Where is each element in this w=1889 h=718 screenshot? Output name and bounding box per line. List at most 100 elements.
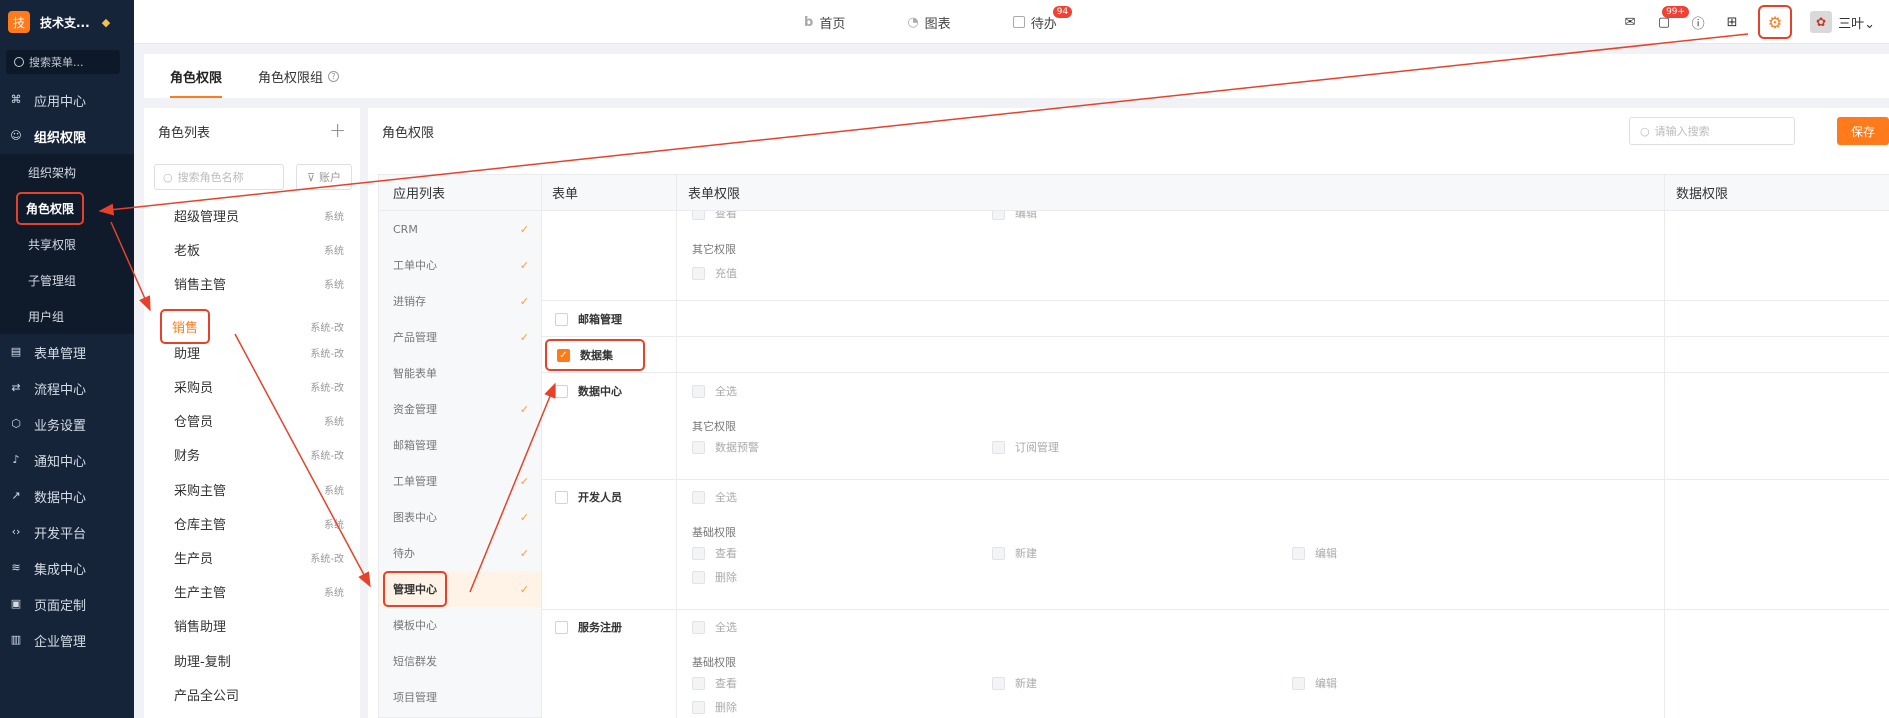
role-item[interactable]: 采购员 系统-改	[174, 377, 344, 396]
perm-view[interactable]: 查看	[692, 545, 737, 561]
settings-gear-icon[interactable]: ⚙	[1758, 5, 1793, 39]
checkbox[interactable]	[692, 440, 705, 454]
role-item[interactable]: 仓库主管 系统	[174, 514, 344, 533]
app-list-item[interactable]: 工单中心 ✓	[379, 247, 541, 283]
perm-recharge[interactable]: 充值	[692, 265, 737, 281]
perm-subscription[interactable]: 订阅管理	[992, 439, 1059, 455]
sidebar-item-page[interactable]: ▣ 页面定制	[0, 586, 134, 622]
checkbox[interactable]	[555, 620, 568, 634]
sidebar-item-apps[interactable]: ⌘ 应用中心	[0, 82, 134, 118]
role-item[interactable]: 助理 系统-改	[174, 343, 344, 362]
perm-select-all[interactable]: 全选	[692, 619, 737, 635]
sidebar-item-integration[interactable]: ≋ 集成中心	[0, 550, 134, 586]
app-list-item[interactable]: 图表中心 ✓	[379, 499, 541, 535]
perm-data-warning[interactable]: 数据预警	[692, 439, 759, 455]
tab-role-permission-group[interactable]: 角色权限组?	[258, 54, 340, 98]
checkbox[interactable]	[992, 440, 1005, 454]
form-row-dataset[interactable]: ✓ 数据集	[545, 339, 645, 371]
app-list-item[interactable]: CRM ✓	[379, 211, 541, 247]
role-item[interactable]: 销售助理	[174, 616, 344, 635]
perm-delete[interactable]: 删除	[692, 569, 737, 585]
topnav-chart[interactable]: ◔ 图表	[907, 13, 950, 32]
sidebar-item-company[interactable]: ▥ 企业管理	[0, 622, 134, 658]
checkbox[interactable]	[692, 384, 705, 398]
role-item[interactable]: 采购主管 系统	[174, 480, 344, 499]
checkbox[interactable]	[692, 490, 705, 504]
user-name[interactable]: 三叶⌄	[1838, 13, 1875, 32]
app-list-item[interactable]: 模板中心	[379, 607, 541, 643]
app-list-item[interactable]: 产品管理 ✓	[379, 319, 541, 355]
perm-new[interactable]: 新建	[992, 545, 1037, 561]
sidebar-sub-admin-group[interactable]: 子管理组	[0, 262, 134, 298]
checkbox[interactable]	[692, 546, 705, 560]
app-list-item[interactable]: 项目管理	[379, 679, 541, 715]
sidebar-sub-share-permission[interactable]: 共享权限	[0, 226, 134, 262]
checkbox[interactable]	[692, 570, 705, 584]
checkbox[interactable]	[1292, 546, 1305, 560]
perm-edit[interactable]: 编辑	[992, 211, 1037, 221]
role-item[interactable]: 生产员 系统-改	[174, 548, 344, 567]
help-icon[interactable]: ⓘ	[1690, 14, 1706, 32]
perm-edit[interactable]: 编辑	[1292, 545, 1337, 561]
perm-view[interactable]: 查看	[692, 675, 737, 691]
app-list-item[interactable]: 短信群发	[379, 643, 541, 679]
mail-icon[interactable]: ✉	[1622, 14, 1638, 30]
role-item[interactable]: 仓管员 系统	[174, 411, 344, 430]
sidebar-item-forms[interactable]: ▤ 表单管理	[0, 334, 134, 370]
checkbox[interactable]	[1292, 676, 1305, 690]
sidebar-sub-role-permission[interactable]: 角色权限	[0, 190, 134, 226]
sidebar-item-business[interactable]: ⬡ 业务设置	[0, 406, 134, 442]
app-list-item[interactable]: 资金管理 ✓	[379, 391, 541, 427]
perm-edit[interactable]: 编辑	[1292, 675, 1337, 691]
checkbox[interactable]	[555, 312, 568, 326]
app-list-item[interactable]: 进销存 ✓	[379, 283, 541, 319]
perm-select-all[interactable]: 全选	[692, 489, 737, 505]
account-filter-button[interactable]: ⊽ 账户	[296, 164, 352, 190]
role-item[interactable]: 生产主管 系统	[174, 582, 344, 601]
role-item[interactable]: 销售 系统-改	[160, 308, 344, 344]
checkbox[interactable]	[555, 490, 568, 504]
app-list-item[interactable]: 待办 ✓	[379, 535, 541, 571]
checkbox[interactable]	[555, 384, 568, 398]
grid-icon[interactable]: ⊞	[1724, 14, 1740, 30]
perm-delete[interactable]: 删除	[692, 699, 737, 715]
topnav-home[interactable]: b 首页	[804, 13, 845, 32]
form-row-datacenter[interactable]: 数据中心	[555, 383, 622, 399]
avatar[interactable]: ✿	[1810, 11, 1833, 33]
checkbox[interactable]	[692, 620, 705, 634]
role-item[interactable]: 超级管理员 系统	[174, 206, 344, 225]
checkbox[interactable]	[992, 211, 1005, 220]
sidebar-item-flow[interactable]: ⇄ 流程中心	[0, 370, 134, 406]
form-row-mailbox[interactable]: 邮箱管理	[555, 311, 622, 327]
checkbox-checked[interactable]: ✓	[557, 348, 570, 362]
checkbox[interactable]	[992, 546, 1005, 560]
perm-new[interactable]: 新建	[992, 675, 1037, 691]
menu-search-input[interactable]: 搜索菜单...	[6, 50, 120, 74]
checkbox[interactable]	[692, 676, 705, 690]
sidebar-item-notify[interactable]: ♪ 通知中心	[0, 442, 134, 478]
app-list-item[interactable]: 工单管理 ✓	[379, 463, 541, 499]
role-item[interactable]: 财务 系统-改	[174, 445, 344, 464]
message-icon[interactable]: ▢ 99+	[1656, 6, 1690, 30]
checkbox[interactable]	[692, 211, 705, 220]
save-button[interactable]: 保存	[1837, 117, 1889, 145]
sidebar-sub-org-structure[interactable]: 组织架构	[0, 154, 134, 190]
checkbox[interactable]	[692, 700, 705, 714]
brand[interactable]: 技 技术支... ◆	[0, 0, 134, 44]
perm-select-all[interactable]: 全选	[692, 383, 737, 399]
add-role-plus-icon[interactable]: +	[329, 118, 346, 142]
tab-role-permission[interactable]: 角色权限	[170, 54, 223, 98]
app-list-item[interactable]: 智能表单	[379, 355, 541, 391]
role-item[interactable]: 销售主管 系统	[174, 274, 344, 293]
checkbox[interactable]	[992, 676, 1005, 690]
sidebar-sub-user-group[interactable]: 用户组	[0, 298, 134, 334]
app-list-item[interactable]: 邮箱管理	[379, 427, 541, 463]
role-item[interactable]: 产品全公司	[174, 685, 344, 704]
checkbox[interactable]	[692, 266, 705, 280]
role-item[interactable]: 助理-复制	[174, 651, 344, 670]
role-item[interactable]: 老板 系统	[174, 240, 344, 259]
help-icon[interactable]: ?	[328, 70, 340, 82]
form-row-developer[interactable]: 开发人员	[555, 489, 622, 505]
topnav-todo[interactable]: 待办 94	[1012, 5, 1073, 32]
form-row-service[interactable]: 服务注册	[555, 619, 622, 635]
